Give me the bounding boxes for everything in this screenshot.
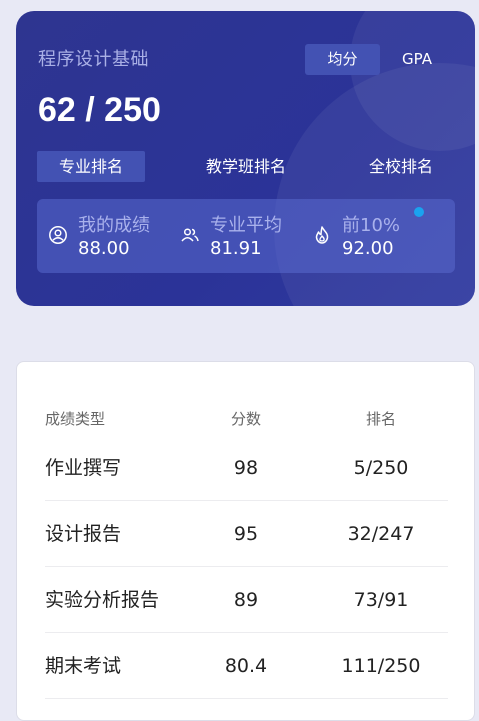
stat-value: 88.00 [78,238,130,259]
toggle-average-button[interactable]: 均分 [305,44,380,75]
stat-label: 我的成绩 [78,215,150,236]
table-row: 设计报告 95 32/247 [45,501,448,567]
stats-panel: 我的成绩 88.00 专业平均 81.91 前10% 92.00 [37,199,455,273]
header-rank: 排名 [365,410,396,428]
cell-rank: 73/91 [353,589,409,611]
cell-rank: 5/250 [353,457,409,479]
course-name: 程序设计基础 [38,49,149,70]
toggle-gpa-button[interactable]: GPA [382,44,452,75]
cell-score: 98 [233,457,259,479]
stat-value: 92.00 [342,238,394,259]
cell-rank: 111/250 [341,655,421,677]
cell-score: 80.4 [224,655,268,677]
cell-type: 期末考试 [45,655,122,677]
table-row: 作业撰写 98 5/250 [45,435,448,501]
stat-label: 前10% [342,215,401,236]
score-summary-card: 程序设计基础 均分 GPA 62 / 250 专业排名 教学班排名 全校排名 我… [16,11,475,306]
score-breakdown-table: 成绩类型 分数 排名 作业撰写 98 5/250 设计报告 95 32/247 … [16,361,475,721]
cell-type: 作业撰写 [45,457,122,479]
rank-display: 62 / 250 [38,91,161,129]
flame-icon [315,226,329,244]
group-icon [181,228,199,242]
cell-score: 89 [233,589,259,611]
table-row: 期末考试 80.4 111/250 [45,633,448,699]
user-icon [49,226,67,244]
header-type: 成绩类型 [45,410,106,428]
tab-major-rank[interactable]: 专业排名 [37,151,145,182]
cell-type: 设计报告 [45,523,122,545]
cell-type: 实验分析报告 [45,589,160,611]
header-score: 分数 [230,410,261,428]
tab-school-rank[interactable]: 全校排名 [356,151,446,182]
cell-score: 95 [233,523,259,545]
table-row: 实验分析报告 89 73/91 [45,567,448,633]
tab-class-rank[interactable]: 教学班排名 [191,151,301,182]
stat-value: 81.91 [210,238,262,259]
indicator-dot [414,207,424,217]
cell-rank: 32/247 [347,523,415,545]
stat-label: 专业平均 [210,215,282,236]
